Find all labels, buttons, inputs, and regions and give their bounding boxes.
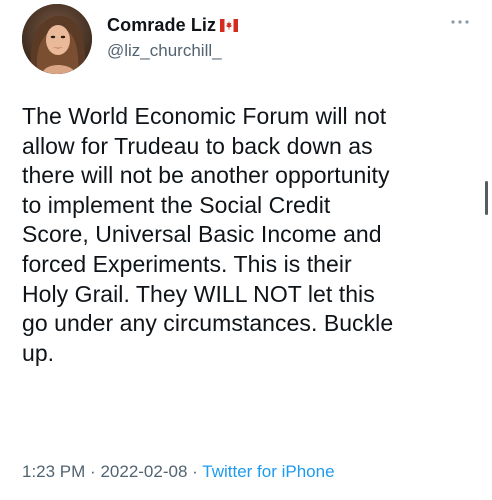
meta-separator: · bbox=[192, 462, 198, 481]
tweet-text-line: Holy Grail. They WILL NOT let this bbox=[22, 280, 375, 307]
display-name[interactable]: Comrade Liz bbox=[107, 15, 216, 36]
tweet-text-line: there will not be another opportunity bbox=[22, 162, 390, 189]
more-dots-icon[interactable] bbox=[450, 18, 470, 26]
author-handle[interactable]: @liz_churchill_ bbox=[107, 41, 222, 61]
avatar[interactable] bbox=[22, 4, 92, 74]
scrollbar-thumb[interactable] bbox=[485, 181, 488, 215]
tweet-text-line: Score, Universal Basic Income and bbox=[22, 221, 382, 248]
author-name-row[interactable]: Comrade Liz bbox=[107, 15, 239, 36]
tweet-text-line: up. bbox=[22, 339, 55, 366]
tweet-meta: 1:23 PM · 2022-02-08 · Twitter for iPhon… bbox=[22, 462, 335, 482]
tweet-time[interactable]: 1:23 PM bbox=[22, 462, 85, 481]
tweet-text-line: to implement the Social Credit bbox=[22, 191, 331, 218]
tweet-date[interactable]: 2022-02-08 bbox=[100, 462, 187, 481]
tweet-text-line: The World Economic Forum will not bbox=[22, 103, 387, 129]
tweet-text-line: forced Experiments. This is their bbox=[22, 250, 352, 277]
meta-separator: · bbox=[90, 462, 96, 481]
tweet-text-line: go under any circumstances. Buckle bbox=[22, 310, 394, 337]
tweet-card: Comrade Liz @liz_churchill_ The World Ec… bbox=[0, 0, 492, 500]
canada-flag-icon bbox=[220, 19, 239, 32]
tweet-source-link[interactable]: Twitter for iPhone bbox=[202, 462, 334, 481]
tweet-text-line: allow for Trudeau to back down as bbox=[22, 132, 373, 159]
profile-photo-icon bbox=[22, 4, 92, 74]
tweet-text: The World Economic Forum will not allow … bbox=[22, 102, 484, 368]
